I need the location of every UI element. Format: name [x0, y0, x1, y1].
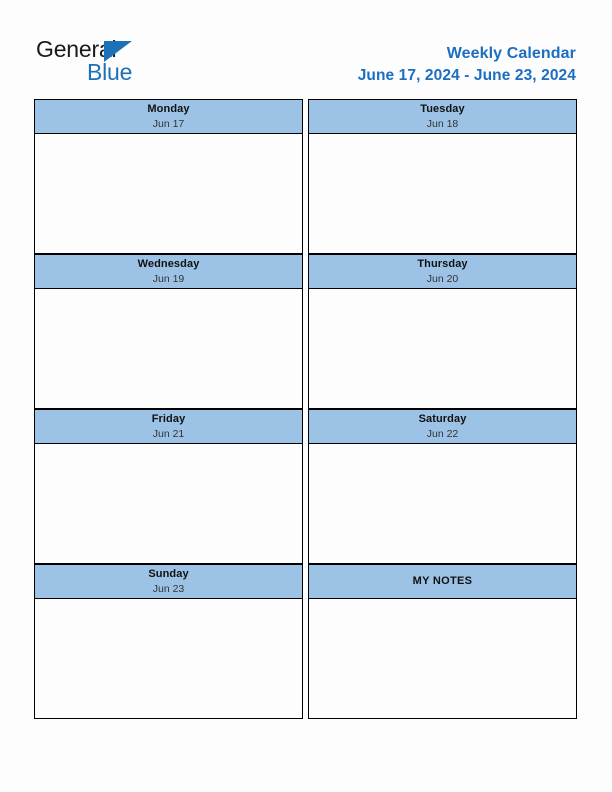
day-date-label: Jun 19 [152, 272, 185, 285]
calendar-row: Sunday Jun 23 MY NOTES [34, 564, 577, 719]
day-header-tuesday: Tuesday Jun 18 [308, 99, 577, 134]
day-content-saturday[interactable] [308, 444, 577, 564]
notes-header: MY NOTES [308, 564, 577, 599]
calendar-row: Wednesday Jun 19 Thursday Jun 20 [34, 254, 577, 409]
day-content-wednesday[interactable] [34, 289, 303, 409]
logo-text-blue: Blue [87, 59, 133, 85]
day-cell-tuesday[interactable]: Tuesday Jun 18 [308, 99, 577, 254]
notes-cell[interactable]: MY NOTES [308, 564, 577, 719]
day-header-sunday: Sunday Jun 23 [34, 564, 303, 599]
day-content-thursday[interactable] [308, 289, 577, 409]
page-title: Weekly Calendar [446, 45, 576, 62]
day-name-label: Monday [147, 102, 190, 115]
general-blue-logo: General Blue [36, 38, 206, 90]
weekly-calendar-grid: Monday Jun 17 Tuesday Jun 18 Wednesday J… [34, 99, 577, 719]
day-cell-thursday[interactable]: Thursday Jun 20 [308, 254, 577, 409]
day-header-wednesday: Wednesday Jun 19 [34, 254, 303, 289]
day-header-thursday: Thursday Jun 20 [308, 254, 577, 289]
day-header-monday: Monday Jun 17 [34, 99, 303, 134]
day-cell-wednesday[interactable]: Wednesday Jun 19 [34, 254, 303, 409]
day-cell-friday[interactable]: Friday Jun 21 [34, 409, 303, 564]
day-header-friday: Friday Jun 21 [34, 409, 303, 444]
day-name-label: Friday [151, 412, 186, 425]
day-date-label: Jun 23 [152, 582, 185, 595]
day-date-label: Jun 21 [152, 427, 185, 440]
day-date-label: Jun 18 [426, 117, 459, 130]
day-content-friday[interactable] [34, 444, 303, 564]
day-name-label: Thursday [417, 257, 468, 270]
day-cell-saturday[interactable]: Saturday Jun 22 [308, 409, 577, 564]
day-header-saturday: Saturday Jun 22 [308, 409, 577, 444]
page-header: General Blue Weekly Calendar June 17, 20… [0, 0, 612, 98]
day-name-label: Sunday [148, 567, 189, 580]
notes-content[interactable] [308, 599, 577, 719]
day-cell-monday[interactable]: Monday Jun 17 [34, 99, 303, 254]
day-date-label: Jun 17 [152, 117, 185, 130]
notes-title-label: MY NOTES [412, 575, 473, 587]
date-range-label: June 17, 2024 - June 23, 2024 [357, 67, 576, 84]
calendar-row: Monday Jun 17 Tuesday Jun 18 [34, 99, 577, 254]
day-content-monday[interactable] [34, 134, 303, 254]
day-content-sunday[interactable] [34, 599, 303, 719]
day-date-label: Jun 22 [426, 427, 459, 440]
page-title-block: Weekly Calendar June 17, 2024 - June 23,… [358, 44, 576, 85]
day-name-label: Saturday [418, 412, 467, 425]
day-name-label: Wednesday [137, 257, 200, 270]
day-content-tuesday[interactable] [308, 134, 577, 254]
day-cell-sunday[interactable]: Sunday Jun 23 [34, 564, 303, 719]
day-name-label: Tuesday [420, 102, 465, 115]
day-date-label: Jun 20 [426, 272, 459, 285]
calendar-row: Friday Jun 21 Saturday Jun 22 [34, 409, 577, 564]
